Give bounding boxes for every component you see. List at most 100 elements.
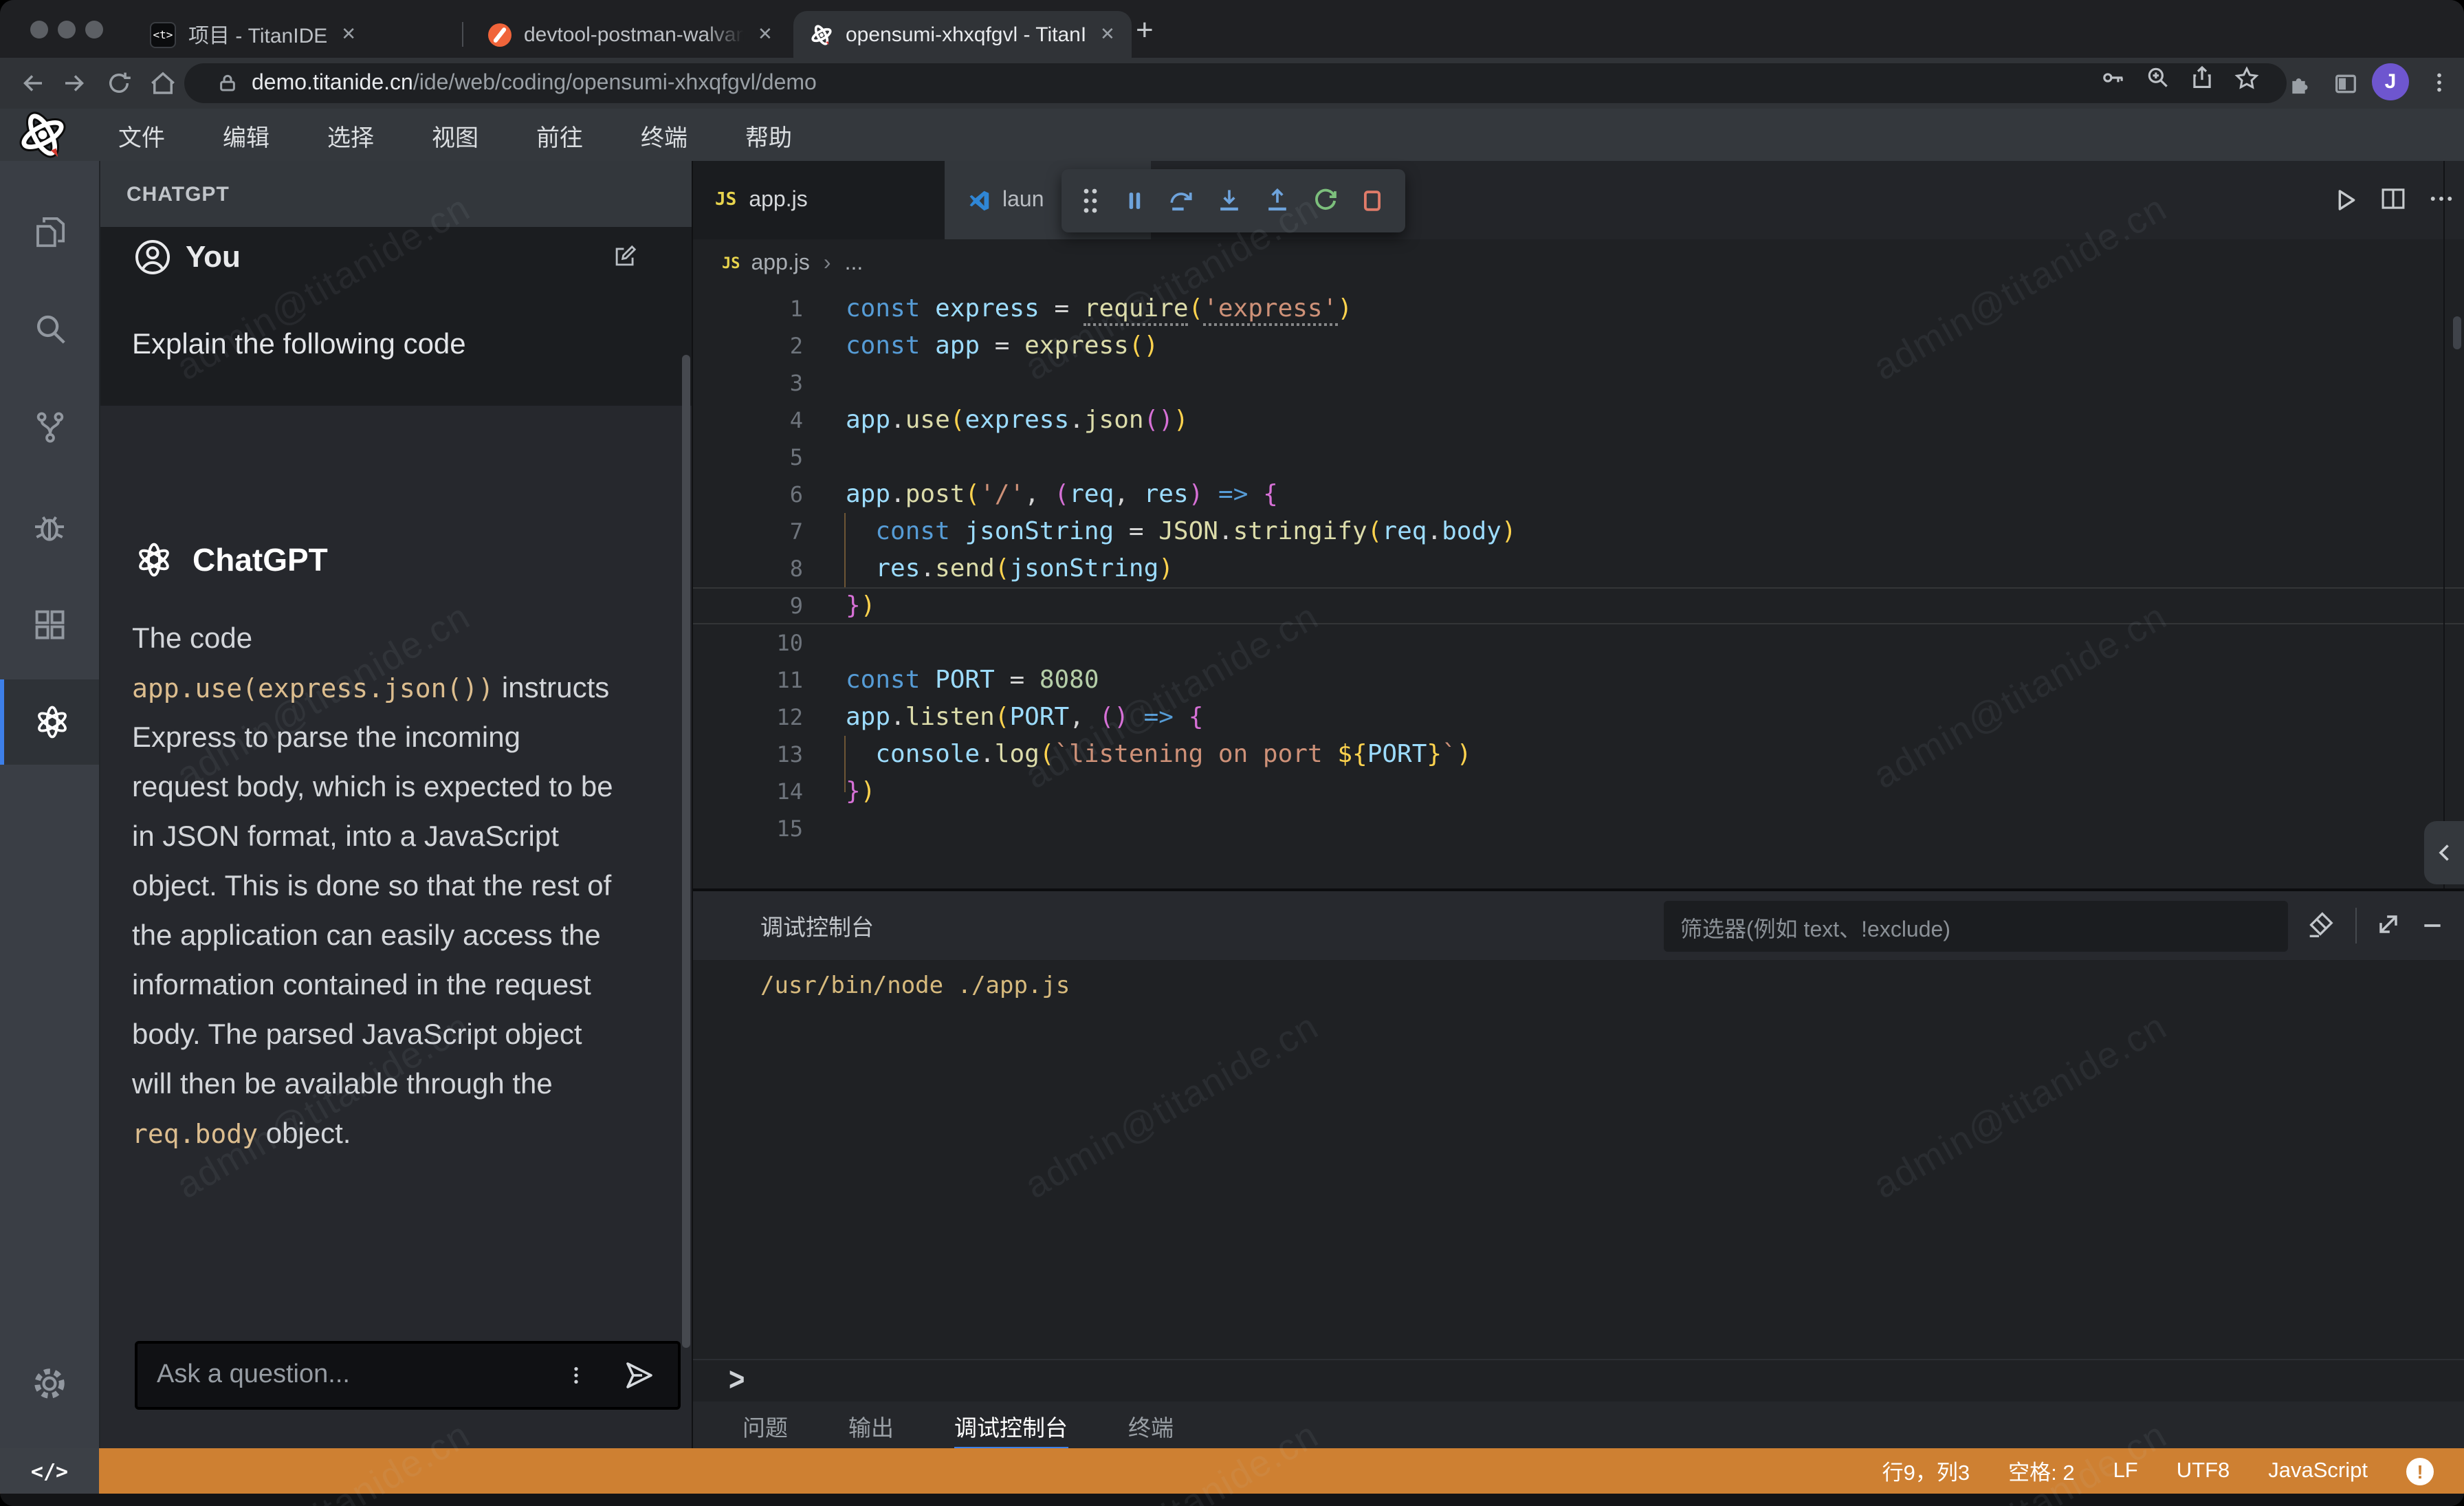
code-line[interactable]: 8 res.send(jsonString) xyxy=(693,550,2464,587)
titanide-logo-icon[interactable] xyxy=(16,109,69,161)
code-line[interactable]: 9}) xyxy=(693,587,2464,624)
code-line[interactable]: 14}) xyxy=(693,773,2464,810)
debug-pause-icon[interactable] xyxy=(1119,186,1149,216)
profile-avatar[interactable]: J xyxy=(2372,63,2409,100)
menu-edit[interactable]: 编辑 xyxy=(223,118,270,152)
line-number[interactable]: 15 xyxy=(693,810,803,847)
zoom-page-icon[interactable] xyxy=(2145,65,2171,91)
browser-tab-1[interactable]: <t> 项目 - TitanIDE ✕ xyxy=(133,11,469,58)
browser-tab-2[interactable]: devtool-postman-walvamdz - TitanIDE ✕ xyxy=(472,11,795,58)
share-icon[interactable] xyxy=(2189,65,2215,91)
tab-close-icon[interactable]: ✕ xyxy=(1100,23,1115,45)
line-number[interactable]: 12 xyxy=(693,699,803,736)
code-editor[interactable]: 1const express = require('express')2cons… xyxy=(693,287,2464,888)
source-control-icon[interactable] xyxy=(0,384,99,469)
traffic-close-button[interactable] xyxy=(30,21,48,39)
collapse-right-panel-chevron-icon[interactable] xyxy=(2424,821,2464,884)
breadcrumb[interactable]: JS app.js › ... xyxy=(693,239,2464,287)
menu-selection[interactable]: 选择 xyxy=(327,118,374,152)
notifications-alert-icon[interactable]: ! xyxy=(2406,1457,2434,1485)
side-panel-icon[interactable] xyxy=(2332,70,2360,98)
bookmark-star-icon[interactable] xyxy=(2233,65,2260,92)
chat-options-dots-icon[interactable] xyxy=(565,1362,587,1389)
menu-file[interactable]: 文件 xyxy=(118,118,165,152)
line-number[interactable]: 14 xyxy=(693,773,803,810)
home-icon[interactable] xyxy=(148,69,177,98)
debug-restart-icon[interactable] xyxy=(1310,186,1340,216)
explorer-files-icon[interactable] xyxy=(0,188,99,274)
debug-bug-icon[interactable] xyxy=(0,484,99,569)
edit-message-icon[interactable] xyxy=(612,243,638,270)
split-editor-icon[interactable] xyxy=(2379,184,2408,213)
line-number[interactable]: 6 xyxy=(693,476,803,513)
tab-problems[interactable]: 问题 xyxy=(742,1401,788,1451)
extensions-icon[interactable] xyxy=(0,582,99,667)
line-number[interactable]: 7 xyxy=(693,513,803,550)
debug-stop-icon[interactable] xyxy=(1358,186,1388,216)
code-line[interactable]: 6app.post('/', (req, res) => { xyxy=(693,476,2464,513)
line-number[interactable]: 10 xyxy=(693,624,803,662)
editor-more-dots-icon[interactable] xyxy=(2427,184,2456,213)
tab-close-icon[interactable]: ✕ xyxy=(758,23,773,45)
editor-scrollbar[interactable] xyxy=(2453,316,2461,349)
chat-input[interactable]: Ask a question... xyxy=(135,1341,681,1410)
clear-console-icon[interactable] xyxy=(2304,909,2336,941)
menu-help[interactable]: 帮助 xyxy=(745,118,792,152)
code-panel-toggle[interactable]: </> xyxy=(0,1448,99,1494)
code-line[interactable]: 15 xyxy=(693,810,2464,847)
url-bar[interactable]: demo.titanide.cn/ide/web/coding/opensumi… xyxy=(184,63,2287,103)
forward-icon[interactable] xyxy=(60,69,89,98)
panel-scrollbar[interactable] xyxy=(682,355,690,1348)
code-line[interactable]: 4app.use(express.json()) xyxy=(693,402,2464,439)
tab-close-icon[interactable]: ✕ xyxy=(341,23,356,45)
url-text[interactable]: demo.titanide.cn/ide/web/coding/opensumi… xyxy=(252,71,817,96)
reload-icon[interactable] xyxy=(104,69,133,98)
status-indent[interactable]: 空格: 2 xyxy=(2008,1456,2074,1486)
line-number[interactable]: 2 xyxy=(693,327,803,364)
menu-view[interactable]: 视图 xyxy=(432,118,478,152)
breadcrumb-symbol[interactable]: ... xyxy=(845,251,864,276)
status-encoding[interactable]: UTF8 xyxy=(2177,1459,2230,1483)
status-line-col[interactable]: 行9，列3 xyxy=(1882,1456,1970,1486)
minimize-panel-icon[interactable] xyxy=(2419,912,2446,939)
send-message-icon[interactable] xyxy=(623,1359,656,1392)
run-play-icon[interactable] xyxy=(2329,184,2361,216)
status-language[interactable]: JavaScript xyxy=(2268,1459,2368,1483)
code-line[interactable]: 5 xyxy=(693,439,2464,476)
new-tab-button[interactable]: + xyxy=(1136,15,1154,45)
back-icon[interactable] xyxy=(18,69,47,98)
search-icon[interactable] xyxy=(0,286,99,371)
line-number[interactable]: 9 xyxy=(693,587,803,624)
code-line[interactable]: 13 console.log(`listening on port ${PORT… xyxy=(693,736,2464,773)
chatgpt-panel-icon[interactable] xyxy=(0,679,103,765)
tab-output[interactable]: 输出 xyxy=(848,1401,894,1451)
line-number[interactable]: 1 xyxy=(693,290,803,327)
browser-tab-3-active[interactable]: opensumi-xhxqfgvl - TitanIDE ✕ xyxy=(793,11,1132,58)
browser-menu-dots-icon[interactable] xyxy=(2427,69,2452,96)
line-number[interactable]: 5 xyxy=(693,439,803,476)
code-line[interactable]: 12app.listen(PORT, () => { xyxy=(693,699,2464,736)
code-line[interactable]: 10 xyxy=(693,624,2464,662)
code-line[interactable]: 11const PORT = 8080 xyxy=(693,662,2464,699)
debug-step-into-icon[interactable] xyxy=(1214,186,1244,216)
line-number[interactable]: 8 xyxy=(693,550,803,587)
menu-terminal[interactable]: 终端 xyxy=(641,118,688,152)
settings-gear-icon[interactable] xyxy=(0,1341,99,1426)
debug-step-over-icon[interactable] xyxy=(1167,186,1197,216)
line-number[interactable]: 4 xyxy=(693,402,803,439)
code-line[interactable]: 3 xyxy=(693,364,2464,402)
traffic-minimize-button[interactable] xyxy=(58,21,76,39)
maximize-panel-icon[interactable] xyxy=(2373,909,2404,939)
editor-tab-appjs[interactable]: JS app.js xyxy=(693,161,945,239)
status-eol[interactable]: LF xyxy=(2113,1459,2138,1483)
debug-step-out-icon[interactable] xyxy=(1262,186,1292,216)
menu-go[interactable]: 前往 xyxy=(536,118,583,152)
debug-console-output[interactable]: /usr/bin/node ./app.js xyxy=(693,960,2464,1359)
tab-debug-console[interactable]: 调试控制台 xyxy=(954,1401,1068,1451)
code-line[interactable]: 1const express = require('express') xyxy=(693,290,2464,327)
line-number[interactable]: 13 xyxy=(693,736,803,773)
password-key-icon[interactable] xyxy=(2100,65,2126,91)
traffic-zoom-button[interactable] xyxy=(85,21,103,39)
toolbar-drag-grip-icon[interactable] xyxy=(1079,186,1101,216)
code-line[interactable]: 2const app = express() xyxy=(693,327,2464,364)
